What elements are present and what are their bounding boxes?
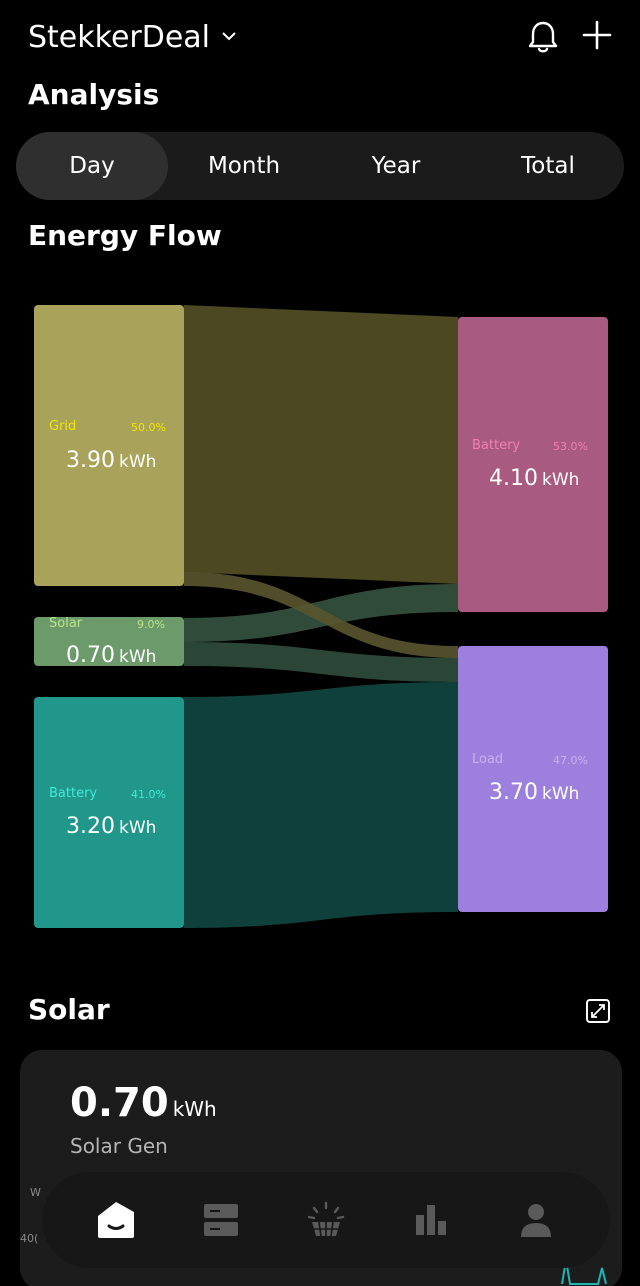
user-icon bbox=[520, 1204, 551, 1237]
solar-axis-unit: W bbox=[30, 1186, 41, 1199]
tab-day[interactable]: Day bbox=[16, 132, 168, 200]
tab-year[interactable]: Year bbox=[320, 132, 472, 200]
node-battery-source[interactable] bbox=[34, 697, 184, 928]
period-tabs: Day Month Year Total bbox=[16, 132, 624, 200]
nav-profile[interactable] bbox=[506, 1190, 566, 1250]
home-icon bbox=[98, 1202, 135, 1238]
site-selector[interactable]: StekkerDeal bbox=[28, 20, 238, 55]
node-grid-unit: kWh bbox=[118, 452, 157, 472]
solar-panel-icon bbox=[307, 1201, 345, 1237]
solar-gen-label: Solar Gen bbox=[70, 1134, 168, 1158]
tab-total[interactable]: Total bbox=[472, 132, 624, 200]
node-solar-label: Solar bbox=[49, 616, 83, 631]
chevron-down-icon bbox=[222, 31, 236, 40]
node-grid-label: Grid bbox=[49, 419, 77, 434]
plus-icon[interactable] bbox=[580, 18, 614, 52]
node-load-label: Load bbox=[472, 752, 504, 767]
node-battery-source-percent: 41.0% bbox=[131, 788, 166, 801]
link-grid-battery bbox=[184, 305, 458, 584]
top-bar: StekkerDeal bbox=[0, 0, 640, 80]
solar-gen-number: 0.70 bbox=[70, 1080, 169, 1126]
solar-section-title: Solar bbox=[28, 993, 110, 1026]
node-load-value-num: 3.70 bbox=[489, 780, 538, 805]
node-solar-unit: kWh bbox=[118, 647, 157, 667]
node-solar-percent: 9.0% bbox=[137, 618, 165, 631]
node-battery-source-value: 3.20 kWh bbox=[66, 814, 156, 839]
solar-gen-unit: kWh bbox=[172, 1097, 217, 1121]
node-grid-value: 3.90 kWh bbox=[66, 448, 156, 473]
bell-icon[interactable] bbox=[524, 18, 562, 56]
node-load-unit: kWh bbox=[541, 784, 580, 804]
node-load[interactable] bbox=[458, 646, 608, 912]
nav-analysis[interactable] bbox=[401, 1190, 461, 1250]
node-battery-source-value-num: 3.20 bbox=[66, 814, 115, 839]
expand-icon[interactable] bbox=[585, 998, 611, 1024]
node-battery-target-percent: 53.0% bbox=[553, 440, 588, 453]
link-battery-load bbox=[184, 682, 458, 928]
node-battery-source-label: Battery bbox=[49, 786, 98, 801]
node-battery-target[interactable] bbox=[458, 317, 608, 612]
node-load-value: 3.70 kWh bbox=[489, 780, 579, 805]
site-name: StekkerDeal bbox=[28, 20, 211, 55]
energy-flow-diagram: Grid 50.0% 3.90 kWh Solar 9.0% 0.70 kWh Ba… bbox=[0, 290, 640, 950]
node-grid-value-num: 3.90 bbox=[66, 448, 115, 473]
nav-devices[interactable] bbox=[191, 1190, 251, 1250]
node-battery-target-value: 4.10 kWh bbox=[489, 466, 579, 491]
analysis-title: Analysis bbox=[28, 78, 160, 111]
bar-chart-icon bbox=[415, 1205, 446, 1235]
node-solar-value-num: 0.70 bbox=[66, 643, 115, 668]
nav-solar[interactable] bbox=[296, 1190, 356, 1250]
node-grid-percent: 50.0% bbox=[131, 421, 166, 434]
node-battery-target-label: Battery bbox=[472, 438, 521, 453]
nav-home[interactable] bbox=[86, 1190, 146, 1250]
solar-gen-value: 0.70 kWh bbox=[70, 1080, 217, 1126]
node-battery-source-unit: kWh bbox=[118, 818, 157, 838]
node-battery-target-value-num: 4.10 bbox=[489, 466, 538, 491]
solar-axis-tick: 40( bbox=[20, 1232, 39, 1245]
energy-flow-title: Energy Flow bbox=[28, 219, 222, 252]
devices-icon bbox=[204, 1204, 239, 1236]
node-load-percent: 47.0% bbox=[553, 754, 588, 767]
tab-month[interactable]: Month bbox=[168, 132, 320, 200]
node-solar-value: 0.70 kWh bbox=[66, 643, 156, 668]
bottom-nav bbox=[42, 1172, 610, 1268]
node-battery-target-unit: kWh bbox=[541, 470, 580, 490]
node-grid[interactable] bbox=[34, 305, 184, 586]
